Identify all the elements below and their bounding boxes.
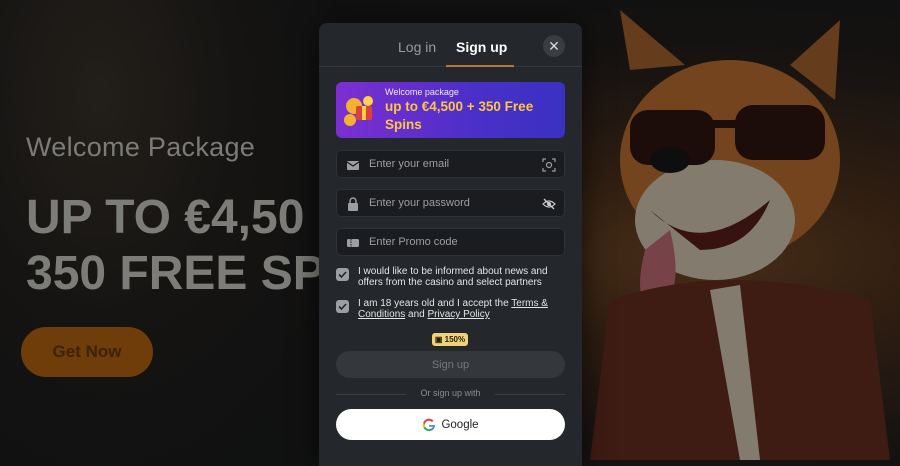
google-icon [423,418,436,431]
eye-slash-icon[interactable] [542,197,556,211]
hero-subtitle: Welcome Package [26,132,256,162]
ticket-icon [347,239,359,247]
lock-icon [348,197,358,211]
checkmark-icon [338,271,347,279]
hero-title-line1: UP TO €4,50 [26,191,305,244]
welcome-package-banner: Welcome package up to €4,500 + 350 Free … [336,82,565,138]
envelope-icon [346,161,360,170]
auth-tabs: Log in Sign up ✕ [319,23,582,67]
signup-modal: Log in Sign up ✕ Welcome package up to €… [319,23,582,466]
news-consent-label: I would like to be informed about news a… [358,266,548,288]
privacy-policy-link[interactable]: Privacy Policy [428,309,490,320]
age-terms-label: I am 18 years old and I accept the Terms… [358,298,565,320]
active-tab-indicator [446,65,514,67]
divider-text: Or sign up with [420,388,481,398]
get-now-button[interactable]: Get Now [21,327,153,377]
news-consent-checkbox[interactable] [336,268,349,281]
age-terms-and: and [408,309,425,320]
promo-code-field[interactable] [336,228,565,256]
hero-title-line2: 350 FREE SP [26,247,325,300]
age-terms-prefix: I am 18 years old and I accept the [358,298,509,309]
password-field[interactable] [336,189,565,217]
google-button-label: Google [441,418,479,431]
banner-offer: up to €4,500 + 350 Free Spins [385,99,534,132]
hero-title: UP TO €4,50 350 FREE SP [26,190,326,302]
tab-login[interactable]: Log in [398,39,436,55]
bonus-badge: ▣ 150% [432,333,468,346]
email-input[interactable] [369,151,539,177]
scan-icon[interactable] [542,158,556,172]
banner-caption: Welcome package [385,87,459,97]
tab-signup[interactable]: Sign up [456,39,507,55]
close-icon[interactable]: ✕ [543,35,565,57]
age-terms-checkbox[interactable] [336,300,349,313]
password-input[interactable] [369,190,539,216]
gift-icon: ▣ [434,335,443,344]
divider-line-right [495,394,565,395]
social-divider: Or sign up with [336,388,565,400]
email-field[interactable] [336,150,565,178]
bonus-badge-text: 150% [444,335,466,344]
checkmark-icon [338,303,347,311]
promo-code-input[interactable] [369,229,539,255]
google-signup-button[interactable]: Google [336,409,565,440]
gift-coins-icon [344,96,373,126]
signup-button[interactable]: Sign up [336,351,565,378]
